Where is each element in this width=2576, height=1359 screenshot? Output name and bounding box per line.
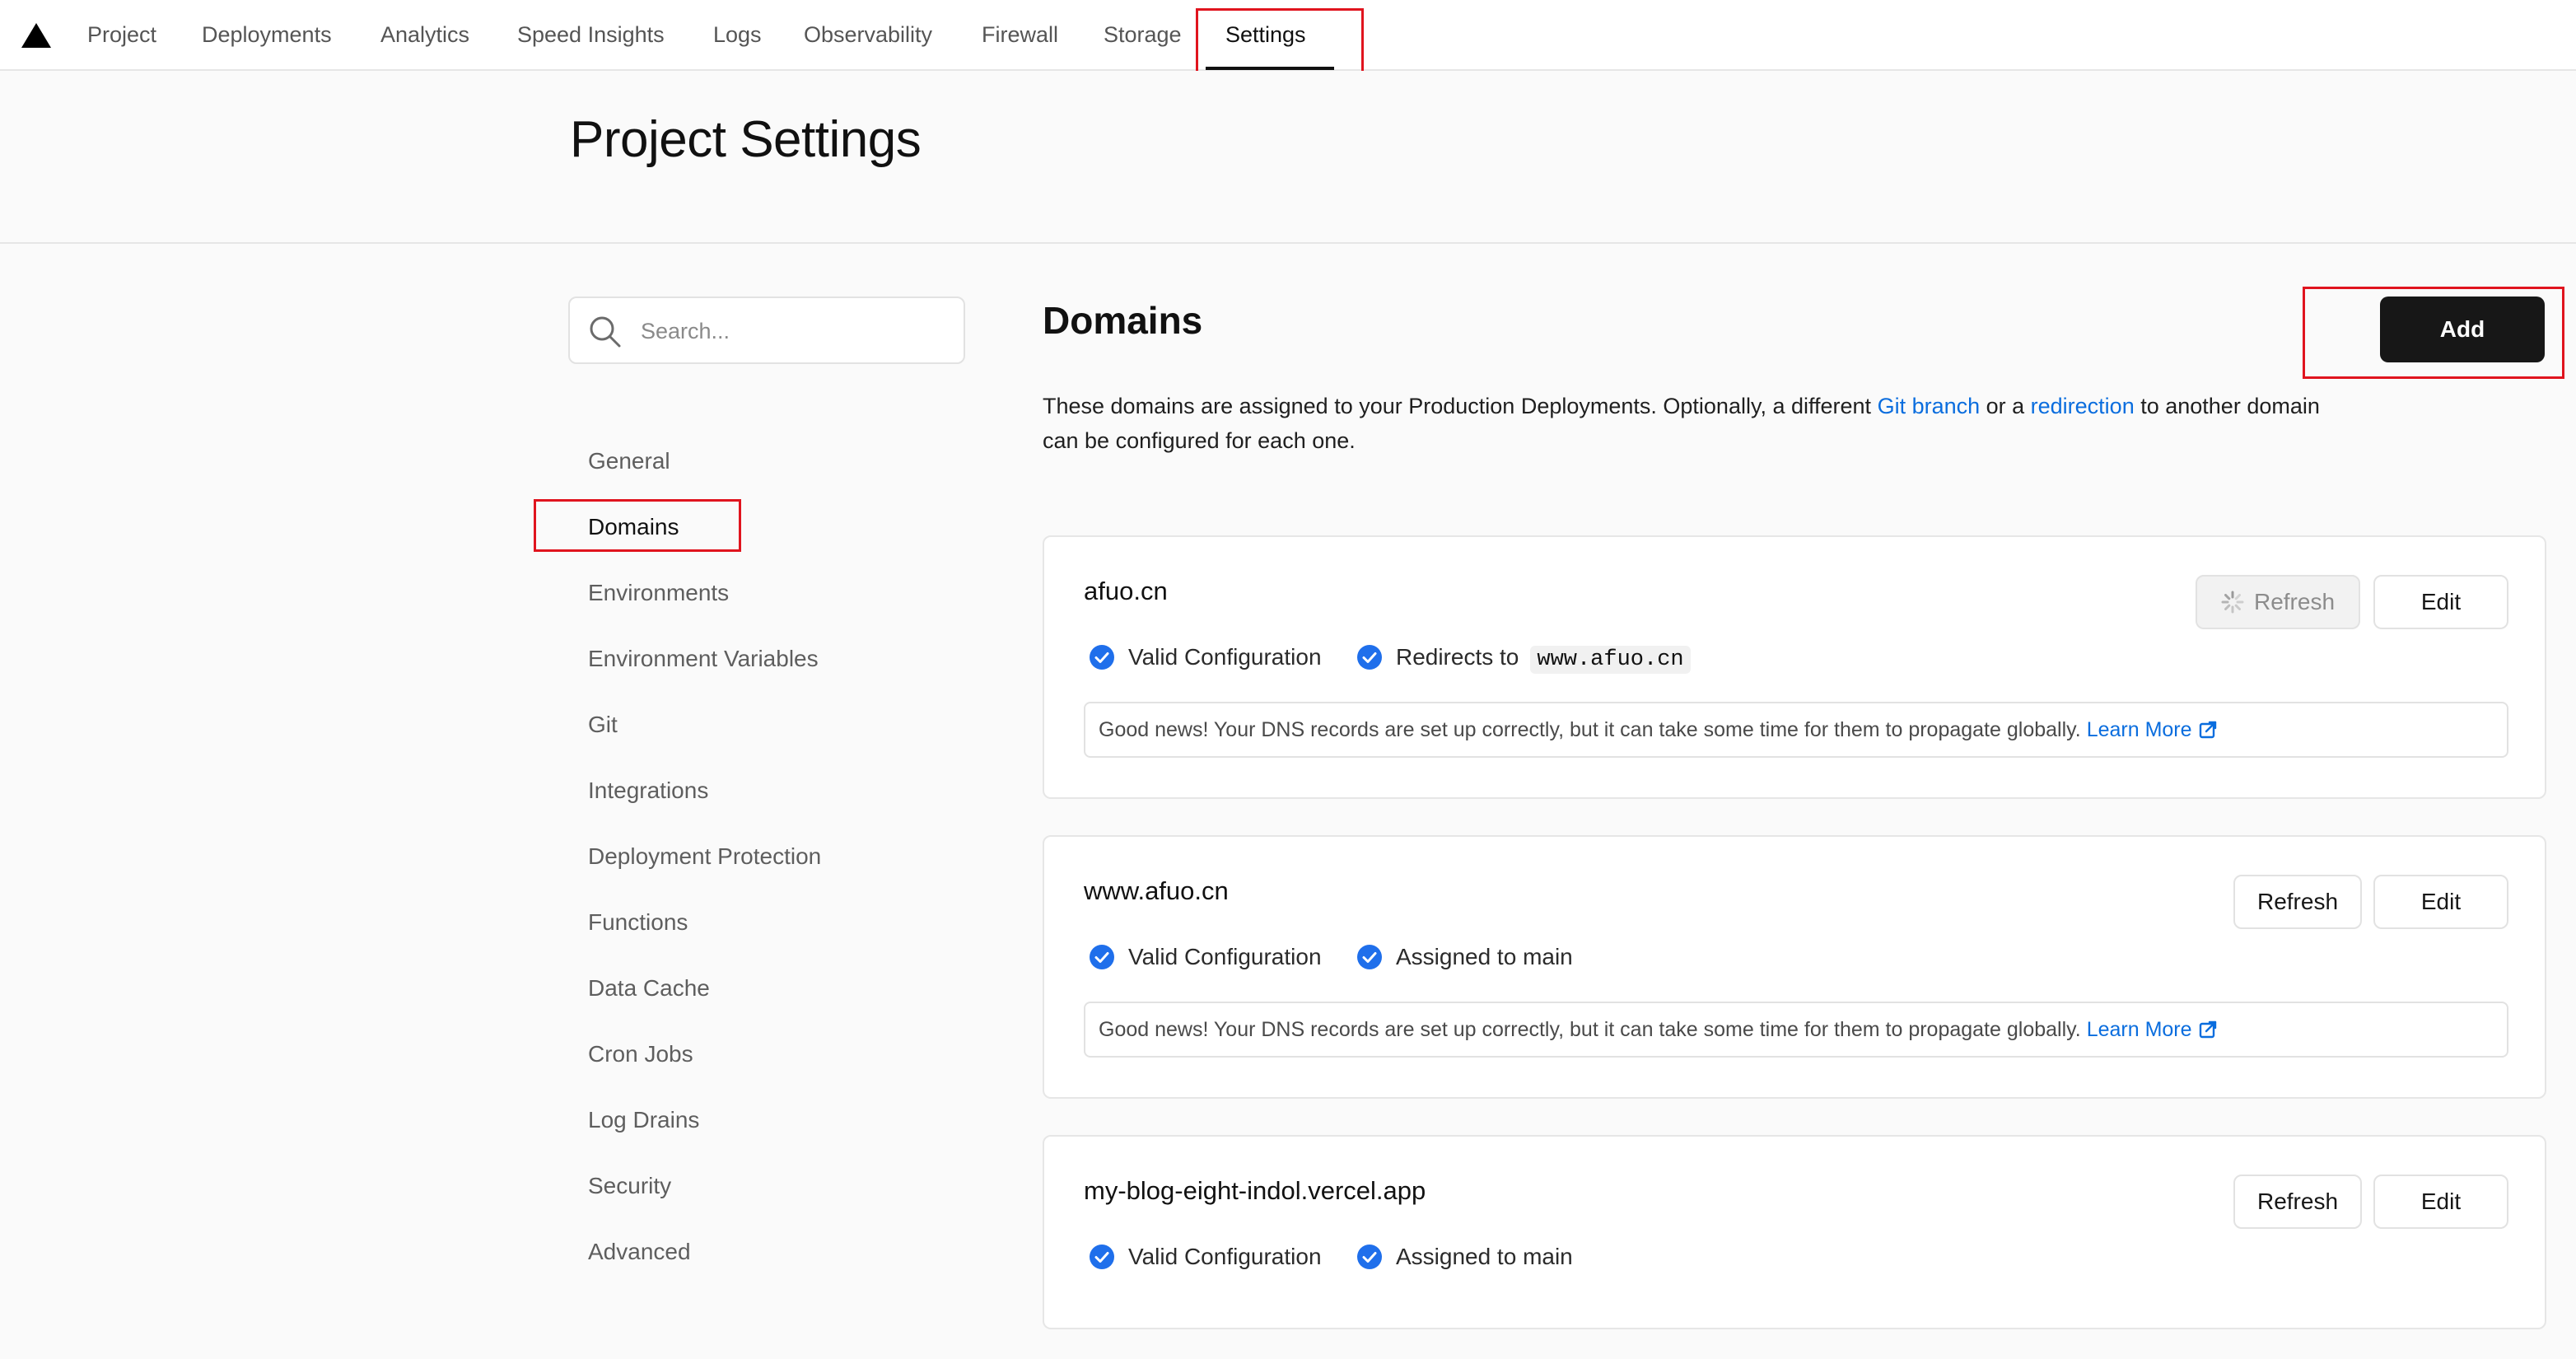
nav-project[interactable]: Project <box>87 18 156 51</box>
domain-name: my-blog-eight-indol.vercel.app <box>1084 1176 1426 1205</box>
active-tab-indicator <box>1206 67 1334 70</box>
domains-description: These domains are assigned to your Produ… <box>1043 389 2344 458</box>
learn-more-label: Learn More <box>2086 1018 2192 1041</box>
sidebar-item-advanced[interactable]: Advanced <box>588 1235 691 1268</box>
sidebar-item-general[interactable]: General <box>588 445 670 478</box>
nav-logs[interactable]: Logs <box>713 18 762 51</box>
status-row: Valid Configuration Assigned to main <box>1089 941 1604 974</box>
edit-button[interactable]: Edit <box>2373 575 2508 629</box>
status-label: Assigned to main <box>1395 944 1573 969</box>
status-label: Redirects to <box>1395 644 1519 670</box>
refresh-button[interactable]: Refresh <box>2233 875 2362 929</box>
valid-configuration-status: Valid Configuration <box>1089 1240 1322 1273</box>
sidebar-item-data-cache[interactable]: Data Cache <box>588 972 710 1005</box>
domain-card: my-blog-eight-indol.vercel.app Refresh E… <box>1043 1135 2546 1329</box>
redirect-target: www.afuo.cn <box>1530 646 1691 674</box>
sidebar-item-deployment-protection[interactable]: Deployment Protection <box>588 840 821 873</box>
redirection-link[interactable]: redirection <box>2031 394 2135 418</box>
search-input[interactable] <box>641 313 945 349</box>
learn-more-label: Learn More <box>2086 718 2192 741</box>
domain-name: www.afuo.cn <box>1084 876 1229 905</box>
dns-note-text: Good news! Your DNS records are set up c… <box>1099 718 2081 741</box>
sidebar-search[interactable] <box>568 297 965 364</box>
dns-note: Good news! Your DNS records are set up c… <box>1084 1002 2508 1058</box>
edit-button[interactable]: Edit <box>2373 875 2508 929</box>
sidebar-item-security[interactable]: Security <box>588 1170 671 1203</box>
dns-note-text: Good news! Your DNS records are set up c… <box>1099 1018 2081 1041</box>
sidebar-item-integrations[interactable]: Integrations <box>588 774 708 807</box>
check-circle-icon <box>1356 945 1382 969</box>
sidebar-item-environment-variables[interactable]: Environment Variables <box>588 642 819 675</box>
section-title: Domains <box>1043 299 1203 342</box>
status-row: Valid Configuration Assigned to main <box>1089 1240 1604 1273</box>
nav-speed-insights[interactable]: Speed Insights <box>517 18 665 51</box>
nav-settings[interactable]: Settings <box>1225 18 1306 51</box>
nav-observability[interactable]: Observability <box>804 18 932 51</box>
check-circle-icon <box>1090 645 1114 670</box>
sidebar-item-log-drains[interactable]: Log Drains <box>588 1104 699 1137</box>
page-title: Project Settings <box>570 111 922 168</box>
sidebar-item-functions[interactable]: Functions <box>588 906 688 939</box>
status-label: Valid Configuration <box>1128 944 1322 969</box>
nav-firewall[interactable]: Firewall <box>982 18 1058 51</box>
assigned-status: Assigned to main <box>1356 941 1573 974</box>
top-navigation: Project Deployments Analytics Speed Insi… <box>0 0 2576 71</box>
nav-deployments[interactable]: Deployments <box>202 18 332 51</box>
valid-configuration-status: Valid Configuration <box>1089 941 1322 974</box>
learn-more-link[interactable]: Learn More <box>2087 718 2217 741</box>
sidebar-item-cron-jobs[interactable]: Cron Jobs <box>588 1038 693 1071</box>
add-domain-button[interactable]: Add <box>2380 297 2545 362</box>
external-link-icon <box>2199 721 2216 739</box>
status-label: Valid Configuration <box>1128 1244 1322 1269</box>
dns-note: Good news! Your DNS records are set up c… <box>1084 702 2508 758</box>
check-circle-icon <box>1090 945 1114 969</box>
assigned-status: Assigned to main <box>1356 1240 1573 1273</box>
domain-card: www.afuo.cn Refresh Edit Valid Configura… <box>1043 835 2546 1099</box>
external-link-icon <box>2199 1020 2216 1039</box>
domain-name: afuo.cn <box>1084 577 1168 605</box>
edit-button[interactable]: Edit <box>2373 1175 2508 1229</box>
redirect-status: Redirects to www.afuo.cn <box>1356 641 1691 674</box>
search-icon <box>590 316 621 348</box>
description-text: These domains are assigned to your Produ… <box>1043 394 1878 418</box>
refresh-button[interactable]: Refresh <box>2196 575 2360 629</box>
sidebar-item-git[interactable]: Git <box>588 708 618 741</box>
nav-analytics[interactable]: Analytics <box>380 18 469 51</box>
page-header: Project Settings <box>0 71 2576 244</box>
learn-more-link[interactable]: Learn More <box>2087 1018 2217 1041</box>
sidebar-item-environments[interactable]: Environments <box>588 577 729 609</box>
check-circle-icon <box>1356 1245 1382 1269</box>
status-label: Assigned to main <box>1395 1244 1573 1269</box>
check-circle-icon <box>1090 1245 1114 1269</box>
sidebar-item-domains[interactable]: Domains <box>588 511 679 544</box>
check-circle-icon <box>1356 645 1382 670</box>
status-row: Valid Configuration Redirects to www.afuo… <box>1089 641 1722 674</box>
status-label: Valid Configuration <box>1128 644 1322 670</box>
refresh-button[interactable]: Refresh <box>2233 1175 2362 1229</box>
valid-configuration-status: Valid Configuration <box>1089 641 1322 674</box>
vercel-logo-icon[interactable] <box>21 23 51 48</box>
spinner-icon <box>2221 591 2244 614</box>
description-text: or a <box>1980 394 2031 418</box>
domain-card: afuo.cn Refresh Edit Valid Configuration <box>1043 535 2546 799</box>
nav-storage[interactable]: Storage <box>1104 18 1182 51</box>
git-branch-link[interactable]: Git branch <box>1878 394 1981 418</box>
refresh-button-label: Refresh <box>2253 589 2336 614</box>
